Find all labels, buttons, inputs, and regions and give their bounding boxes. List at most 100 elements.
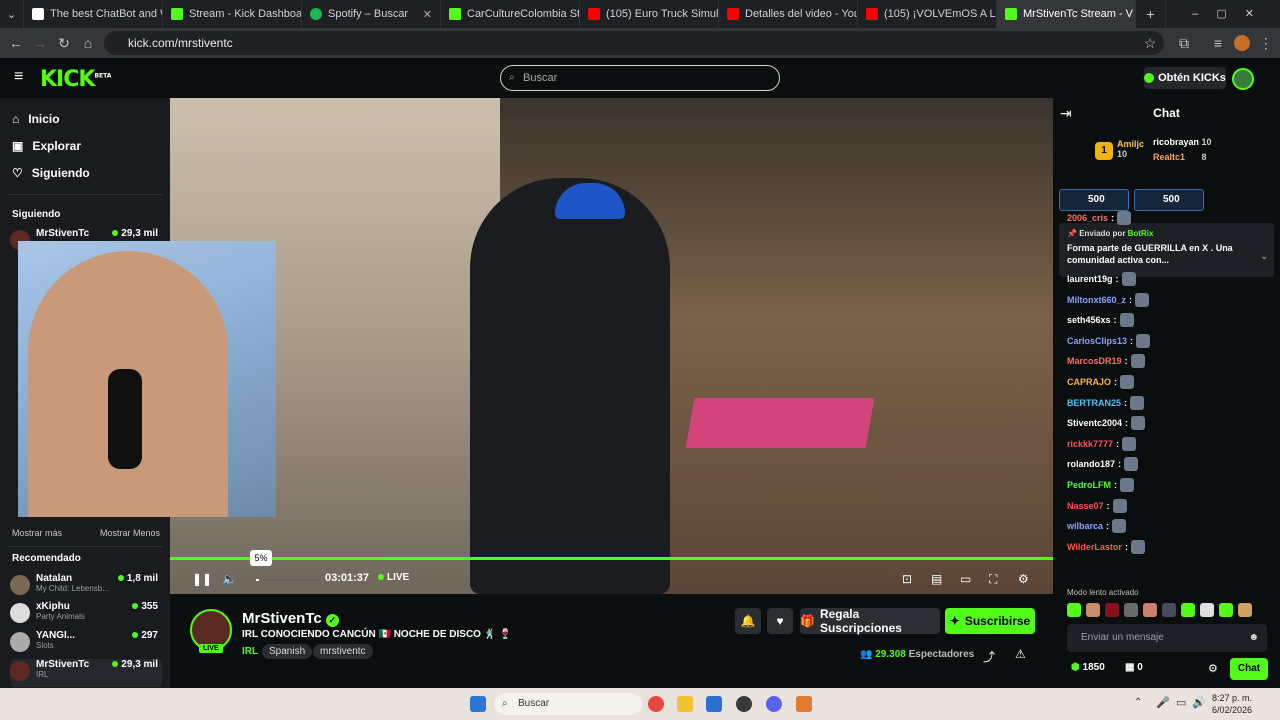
emote-bar[interactable]	[1067, 603, 1267, 617]
user-avatar[interactable]	[1232, 68, 1254, 90]
browser-tab[interactable]: (105) Euro Truck Simulato✕	[580, 0, 719, 28]
emote-icon[interactable]	[1067, 603, 1081, 617]
chat-username[interactable]: Stiventc2004	[1067, 418, 1122, 428]
category-link[interactable]: IRL	[242, 646, 258, 657]
chat-settings-gear-icon[interactable]: ⚙	[1208, 662, 1218, 675]
leaderboard-user[interactable]: ricobrayan 10	[1153, 137, 1212, 147]
pinned-message[interactable]: 📌 Enviado por BotRix Forma parte de GUER…	[1059, 223, 1274, 277]
recommended-channel-active[interactable]: MrStivenTc IRL 29,3 mil	[10, 659, 162, 687]
fullscreen-icon[interactable]: ⛶	[989, 572, 997, 587]
bookmark-star-icon[interactable]: ☆	[1138, 35, 1162, 52]
chat-username[interactable]: BERTRAN25	[1067, 398, 1121, 408]
url-field[interactable]: kick.com/mrstiventc	[104, 31, 1164, 55]
app-icon[interactable]	[796, 696, 812, 712]
kick-logo[interactable]: KICKBETA	[40, 67, 111, 92]
browser-tab[interactable]: The best ChatBot and Wi✕	[24, 0, 163, 28]
chat-message[interactable]: Stiventc2004:	[1067, 416, 1146, 431]
emote-icon[interactable]	[1105, 603, 1119, 617]
menu-dots-icon[interactable]: ⋮	[1254, 35, 1278, 52]
chat-message[interactable]: rolando187:	[1067, 457, 1139, 472]
recommended-channel[interactable]: Natalan My Child: Lebensb... 1,8 mil	[10, 573, 162, 601]
chat-message[interactable]: WilderLastor:	[1067, 539, 1145, 554]
browser-tab[interactable]: Stream - Kick Dashboard✕	[163, 0, 302, 28]
obs-icon[interactable]	[736, 696, 752, 712]
chat-message[interactable]: laurent19g:	[1067, 272, 1136, 286]
chevron-down-icon[interactable]: ⌄	[1260, 251, 1268, 262]
pause-icon[interactable]: ❚❚	[192, 572, 212, 586]
chat-message[interactable]: CarlosClips13:	[1067, 333, 1151, 348]
goal-bar[interactable]: 500	[1059, 189, 1129, 211]
chat-username[interactable]: laurent19g	[1067, 274, 1113, 284]
emote-icon[interactable]	[1124, 603, 1138, 617]
home-icon[interactable]: ⌂	[76, 35, 100, 51]
back-icon[interactable]: ←	[4, 35, 28, 51]
get-kicks-button[interactable]: Obtén KICKs	[1144, 67, 1226, 89]
store-icon[interactable]	[706, 696, 722, 712]
recommended-channel[interactable]: xKiphu Party Animals 355	[10, 601, 162, 629]
tab-search-dropdown[interactable]: ⌄	[0, 0, 24, 28]
leaderboard-user[interactable]: Realtc1 8	[1153, 152, 1207, 162]
emote-icon[interactable]	[1181, 603, 1195, 617]
chat-message[interactable]: Nasse07:	[1067, 498, 1127, 513]
browser-tab[interactable]: Detalles del video - YouTu✕	[719, 0, 858, 28]
channel-points[interactable]: ⬢ 1850	[1071, 662, 1105, 673]
chat-username[interactable]: 2006_cris	[1067, 213, 1108, 223]
settings-gear-icon[interactable]: ⚙	[1018, 572, 1029, 586]
emote-icon[interactable]	[1143, 603, 1157, 617]
window-controls[interactable]: –▢✕	[1192, 7, 1272, 20]
emoji-icon[interactable]: ☻	[1248, 624, 1259, 652]
subscribe-button[interactable]: ✦ Suscribirse	[945, 608, 1035, 634]
chat-username[interactable]: Nasse07	[1067, 501, 1104, 511]
speaker-icon[interactable]: 🔊	[1192, 696, 1206, 709]
chrome-icon[interactable]	[648, 696, 664, 712]
reading-list-icon[interactable]: ≡	[1206, 35, 1230, 51]
streamer-name[interactable]: MrStivenTc ✓	[242, 610, 339, 627]
follow-heart-icon[interactable]: ♥	[767, 608, 793, 634]
emote-icon[interactable]	[1219, 603, 1233, 617]
profile-avatar[interactable]	[1234, 35, 1250, 51]
browser-tab-active[interactable]: MrStivenTc Stream - V✕	[997, 0, 1136, 28]
microphone-icon[interactable]: 🎤	[1156, 696, 1170, 709]
search-input[interactable]: ⌕ Buscar	[500, 65, 780, 91]
windows-start-icon[interactable]	[470, 696, 486, 712]
gift-subs-button[interactable]: 🎁 Regala Suscripciones	[800, 607, 940, 635]
sidebar-item-explorar[interactable]: ▣ Explorar	[12, 139, 81, 153]
report-icon[interactable]: ⚠	[1015, 647, 1026, 661]
chat-message[interactable]: CAPRAJO:	[1067, 375, 1135, 389]
chat-message[interactable]: 2006_cris:	[1067, 211, 1132, 225]
notification-bell-icon[interactable]: 🔔	[735, 608, 761, 634]
video-player[interactable]	[170, 98, 1053, 594]
sidebar-item-siguiendo[interactable]: ♡ Siguiendo	[12, 166, 90, 180]
playback-progress-bar[interactable]	[170, 557, 1053, 560]
emote-icon[interactable]	[1162, 603, 1176, 617]
sidebar-item-inicio[interactable]: ⌂ Inicio	[12, 112, 60, 126]
bonus-counter[interactable]: ▦ 0	[1125, 662, 1143, 673]
chat-username[interactable]: MarcosDR19	[1067, 356, 1122, 366]
browser-tab[interactable]: CarCultureColombia Stre✕	[441, 0, 580, 28]
chat-message[interactable]: MarcosDR19:	[1067, 354, 1145, 369]
chat-message[interactable]: seth456xs:	[1067, 313, 1134, 328]
chat-input[interactable]: Enviar un mensaje ☻	[1067, 624, 1267, 652]
chat-username[interactable]: seth456xs	[1067, 315, 1111, 325]
leaderboard-user[interactable]: Amiljc 10	[1117, 139, 1144, 159]
chat-username[interactable]: CAPRAJO	[1067, 377, 1111, 387]
emote-icon[interactable]	[1238, 603, 1252, 617]
show-more-link[interactable]: Mostrar más	[12, 528, 62, 538]
chat-message[interactable]: Miltonxt660_z:	[1067, 292, 1150, 307]
reload-icon[interactable]: ↻	[52, 35, 76, 52]
chat-username[interactable]: WilderLastor	[1067, 542, 1122, 552]
clock[interactable]: 8:27 p. m. 6/02/2026	[1212, 692, 1252, 716]
tag-mrstiventc[interactable]: mrstiventc	[313, 644, 373, 659]
chat-username[interactable]: CarlosClips13	[1067, 336, 1127, 346]
close-icon[interactable]: ✕	[417, 8, 432, 21]
extensions-icon[interactable]: ⧉	[1172, 35, 1196, 52]
browser-tab[interactable]: Spotify – Buscar ✕	[302, 0, 441, 28]
chat-username[interactable]: rolando187	[1067, 459, 1115, 469]
clip-icon[interactable]: ▤	[931, 572, 942, 586]
goal-bar[interactable]: 500	[1134, 189, 1204, 211]
tag-spanish[interactable]: Spanish	[262, 644, 313, 659]
emote-icon[interactable]	[1086, 603, 1100, 617]
share-icon[interactable]: ⤴	[983, 648, 995, 665]
recommended-channel[interactable]: YANGI... Slots 297	[10, 630, 162, 658]
chat-message[interactable]: wilbarca:	[1067, 519, 1127, 534]
